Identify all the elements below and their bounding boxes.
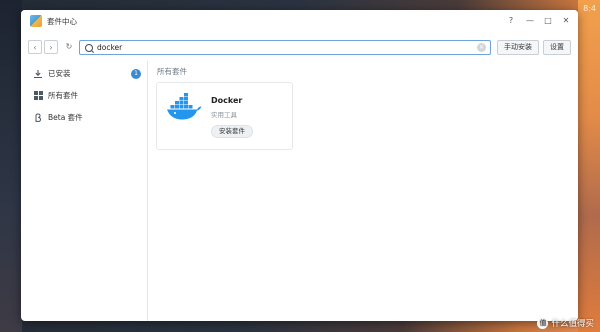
watermark: 值什么值得买: [537, 317, 594, 329]
beta-icon: [33, 113, 43, 123]
download-icon: [33, 69, 43, 79]
minimize-button[interactable]: —: [524, 15, 536, 27]
docker-icon: [167, 93, 202, 120]
package-card-docker[interactable]: Docker 实用工具 安装套件: [156, 82, 293, 150]
desktop-wallpaper-right: [578, 0, 600, 332]
search-input[interactable]: [97, 41, 467, 54]
package-center-logo-icon: [30, 15, 42, 27]
sidebar-item-installed[interactable]: 已安装 1: [33, 66, 143, 82]
settings-button[interactable]: 设置: [543, 40, 571, 55]
manual-install-button[interactable]: 手动安装: [497, 40, 539, 55]
watermark-badge: 值: [537, 318, 549, 329]
refresh-button[interactable]: ↻: [62, 40, 76, 54]
window-title: 套件中心: [47, 17, 77, 26]
search-box[interactable]: ✕: [79, 40, 491, 55]
maximize-button[interactable]: □: [542, 15, 554, 27]
installed-count-badge: 1: [131, 69, 141, 79]
clear-search-icon[interactable]: ✕: [477, 43, 486, 52]
forward-button[interactable]: ›: [44, 40, 58, 54]
title-bar[interactable]: 套件中心 ? — □ ✕: [21, 10, 578, 34]
watermark-text: 什么值得买: [551, 319, 594, 329]
sidebar-item-label: Beta 套件: [48, 113, 83, 122]
install-package-button[interactable]: 安装套件: [211, 125, 253, 138]
sidebar-item-all-packages[interactable]: 所有套件: [33, 88, 143, 104]
package-name: Docker: [211, 96, 243, 105]
sidebar-item-beta[interactable]: Beta 套件: [33, 110, 143, 126]
desktop-corner-text: 8:4: [583, 4, 596, 13]
sidebar-item-label: 所有套件: [48, 91, 78, 100]
back-button[interactable]: ‹: [28, 40, 42, 54]
toolbar: ‹ › ↻ ✕ 手动安装 设置: [21, 37, 578, 57]
grid-icon: [34, 91, 43, 100]
section-title: 所有套件: [157, 67, 187, 76]
sidebar-item-label: 已安装: [48, 69, 71, 78]
close-button[interactable]: ✕: [560, 15, 572, 27]
package-category: 实用工具: [211, 111, 237, 119]
package-center-window: 套件中心 ? — □ ✕ ‹ › ↻ ✕ 手动安装 设置 已安装 1: [21, 10, 578, 321]
search-icon: [85, 44, 93, 52]
desktop-wallpaper-left: [0, 0, 22, 332]
sidebar: 已安装 1 所有套件 Beta 套件: [21, 61, 148, 321]
help-button[interactable]: ?: [505, 15, 517, 27]
